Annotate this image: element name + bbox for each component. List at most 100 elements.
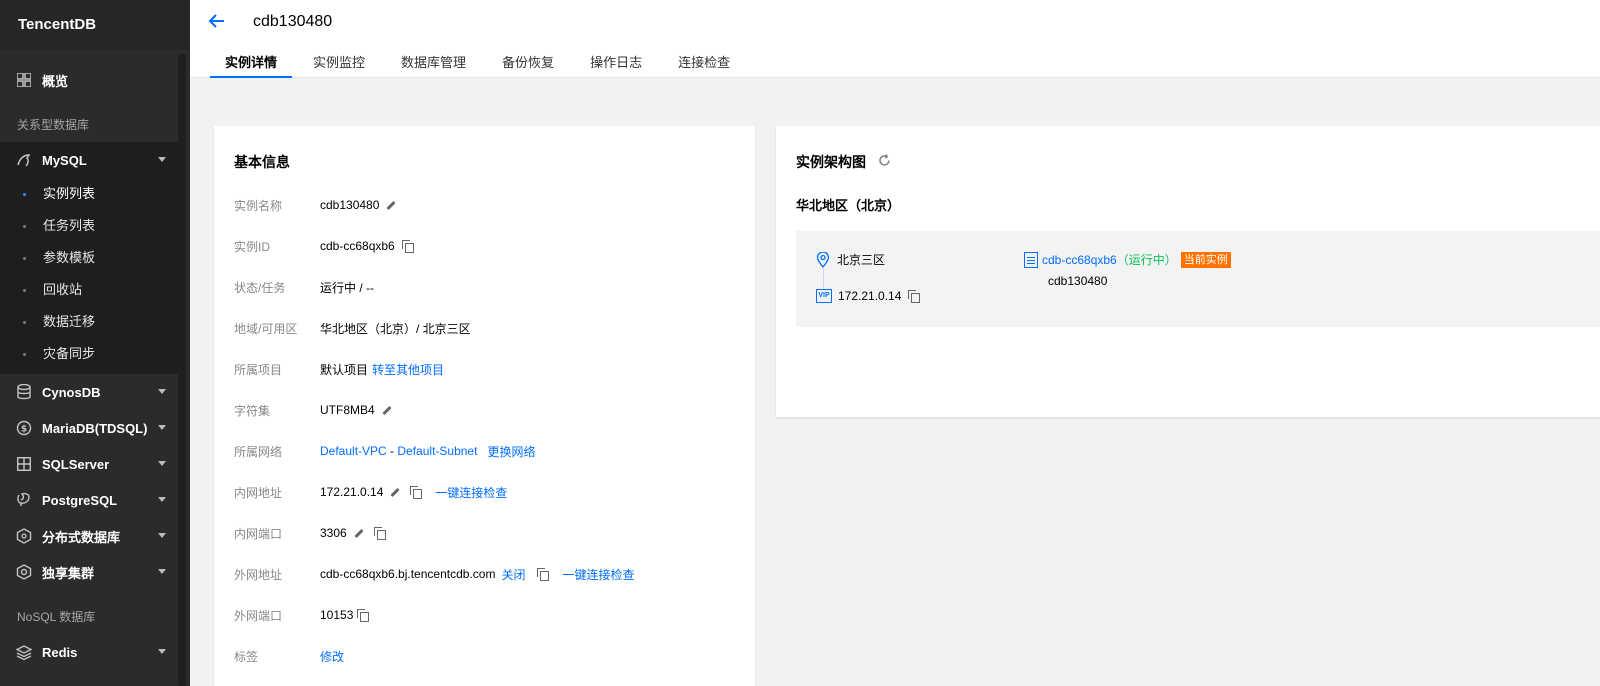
chevron-down-icon bbox=[158, 461, 166, 466]
row-network: 所属网络 Default-VPC - Default-Subnet 更换网络 bbox=[234, 441, 535, 461]
tab-instance-monitor[interactable]: 实例监控 bbox=[298, 52, 380, 78]
move-project-link[interactable]: 转至其他项目 bbox=[372, 361, 444, 378]
app-logo[interactable]: TencentDB bbox=[0, 0, 190, 50]
value: 10153 bbox=[320, 608, 370, 622]
basic-info-card: 基本信息 实例名称 cdb130480 实例ID cdb-cc68qxb6 状态… bbox=[214, 126, 755, 686]
sidebar-item-sqlserver[interactable]: SQLServer bbox=[0, 446, 178, 482]
close-extranet-link[interactable]: 关闭 bbox=[501, 566, 525, 583]
sidebar-item-label: 独享集群 bbox=[42, 565, 95, 581]
sidebar-sub-dr-sync[interactable]: 灾备同步 bbox=[0, 338, 178, 370]
copy-icon[interactable] bbox=[908, 290, 921, 303]
sidebar-item-cynosdb[interactable]: CynosDB bbox=[0, 374, 178, 410]
tab-operation-log[interactable]: 操作日志 bbox=[575, 52, 657, 78]
sidebar-item-distributed[interactable]: 分布式数据库 bbox=[0, 518, 178, 554]
sidebar-item-mysql[interactable]: MySQL bbox=[0, 142, 178, 178]
tab-database-manage[interactable]: 数据库管理 bbox=[386, 52, 481, 78]
connection-check-link[interactable]: 一键连接检查 bbox=[562, 566, 634, 583]
value: 172.21.0.14 一键连接检查 bbox=[320, 484, 507, 501]
sidebar-item-exclusive-cluster[interactable]: 独享集群 bbox=[0, 554, 178, 590]
tab-instance-detail[interactable]: 实例详情 bbox=[210, 52, 293, 78]
sidebar-sub-data-migration[interactable]: 数据迁移 bbox=[0, 306, 178, 338]
intranet-address-value: 172.21.0.14 bbox=[320, 485, 384, 499]
value: Default-VPC - Default-Subnet 更换网络 bbox=[320, 443, 535, 460]
sidebar-item-label: PostgreSQL bbox=[42, 492, 118, 508]
chevron-down-icon bbox=[158, 497, 166, 502]
edit-icon[interactable] bbox=[390, 487, 401, 497]
value: cdb-cc68qxb6.bj.tencentcdb.com 关闭 一键连接检查 bbox=[320, 566, 634, 583]
row-instance-id: 实例ID cdb-cc68qxb6 bbox=[234, 236, 414, 256]
row-intranet-port: 内网端口 3306 bbox=[234, 523, 386, 543]
row-extranet-address: 外网地址 cdb-cc68qxb6.bj.tencentcdb.com 关闭 一… bbox=[234, 564, 634, 584]
copy-icon[interactable] bbox=[357, 609, 370, 622]
hexagon-icon bbox=[16, 564, 32, 580]
refresh-icon[interactable] bbox=[878, 154, 891, 170]
section-nosql: NoSQL 数据库 bbox=[17, 610, 96, 624]
elephant-icon bbox=[16, 492, 32, 508]
copy-icon[interactable] bbox=[373, 527, 386, 540]
back-arrow-icon[interactable] bbox=[208, 12, 228, 32]
sidebar-item-label: MariaDB(TDSQL) bbox=[42, 420, 148, 436]
copy-icon[interactable] bbox=[537, 568, 550, 581]
value: 3306 bbox=[320, 526, 386, 540]
architecture-diagram: 北京三区 VIP 172.21.0.14 cdb-cc68qxb6 （ 运行中 … bbox=[796, 231, 1600, 327]
layers-icon bbox=[16, 644, 32, 660]
label: 状态/任务 bbox=[234, 280, 286, 295]
label: 实例名称 bbox=[234, 198, 283, 213]
vip-node: VIP 172.21.0.14 bbox=[816, 289, 921, 303]
sidebar-item-overview[interactable]: 概览 bbox=[0, 62, 178, 98]
label: 外网端口 bbox=[234, 608, 283, 623]
mysql-group: MySQL 实例列表 任务列表 参数模板 回收站 数据迁移 灾备同步 bbox=[0, 142, 178, 374]
row-extranet-port: 外网端口 10153 bbox=[234, 605, 370, 625]
dolphin-icon bbox=[16, 152, 32, 168]
instance-id-link[interactable]: cdb-cc68qxb6 bbox=[1042, 253, 1117, 267]
tab-connection-check[interactable]: 连接检查 bbox=[663, 52, 745, 78]
status-value: 运行中 / -- bbox=[320, 280, 374, 295]
value: cdb130480 bbox=[320, 198, 399, 212]
vpc-link[interactable]: Default-VPC bbox=[320, 444, 387, 458]
label: 外网地址 bbox=[234, 567, 283, 582]
connection-check-link[interactable]: 一键连接检查 bbox=[435, 484, 507, 501]
sidebar-item-label: Redis bbox=[42, 644, 78, 660]
grid-icon bbox=[16, 72, 32, 88]
sidebar-item-postgresql[interactable]: PostgreSQL bbox=[0, 482, 178, 518]
project-value: 默认项目 bbox=[320, 362, 369, 377]
architecture-card: 实例架构图 华北地区（北京） 北京三区 VIP 172.21.0.14 cdb-… bbox=[776, 126, 1600, 417]
sidebar-item-label: 分布式数据库 bbox=[42, 529, 121, 545]
change-network-link[interactable]: 更换网络 bbox=[487, 443, 535, 460]
tab-backup-restore[interactable]: 备份恢复 bbox=[487, 52, 569, 78]
database-icon bbox=[16, 384, 32, 400]
intranet-port-value: 3306 bbox=[320, 526, 347, 540]
sidebar-item-redis[interactable]: Redis bbox=[0, 634, 178, 670]
row-project: 所属项目 默认项目 转至其他项目 bbox=[234, 359, 444, 379]
instance-name: cdb130480 bbox=[1048, 274, 1108, 288]
copy-icon[interactable] bbox=[401, 240, 414, 253]
row-charset: 字符集 UTF8MB4 bbox=[234, 400, 395, 420]
card-title: 实例架构图 bbox=[796, 152, 891, 172]
edit-icon[interactable] bbox=[386, 200, 396, 210]
instance-status: 运行中 bbox=[1128, 253, 1165, 267]
label: 字符集 bbox=[234, 403, 271, 418]
subnet-link[interactable]: Default-Subnet bbox=[397, 444, 477, 458]
label: 实例ID bbox=[234, 239, 271, 254]
location-pin-icon bbox=[816, 250, 830, 268]
chevron-down-icon bbox=[158, 425, 166, 430]
sidebar-item-label: SQLServer bbox=[42, 456, 110, 472]
card-title: 基本信息 bbox=[234, 154, 290, 170]
sidebar-item-mariadb[interactable]: $ MariaDB(TDSQL) bbox=[0, 410, 178, 446]
edit-icon[interactable] bbox=[354, 528, 364, 538]
sidebar-sub-param-template[interactable]: 参数模板 bbox=[0, 242, 178, 274]
copy-icon[interactable] bbox=[410, 486, 423, 499]
sidebar-scrollbar[interactable] bbox=[178, 54, 186, 686]
instance-node: cdb-cc68qxb6 （ 运行中 ） 当前实例 bbox=[1024, 251, 1231, 268]
zone-node: 北京三区 bbox=[816, 250, 885, 268]
windows-icon bbox=[16, 456, 32, 472]
sidebar-sub-task-list[interactable]: 任务列表 bbox=[0, 210, 178, 242]
sidebar-item-label: 概览 bbox=[42, 73, 69, 89]
sidebar-sub-instance-list[interactable]: 实例列表 bbox=[0, 178, 178, 210]
chevron-down-icon bbox=[158, 649, 166, 654]
sidebar-sub-recycle-bin[interactable]: 回收站 bbox=[0, 274, 178, 306]
edit-tags-link[interactable]: 修改 bbox=[320, 648, 344, 665]
chevron-down-icon bbox=[158, 533, 166, 538]
edit-icon[interactable] bbox=[382, 405, 392, 415]
label: 所属项目 bbox=[234, 362, 283, 377]
